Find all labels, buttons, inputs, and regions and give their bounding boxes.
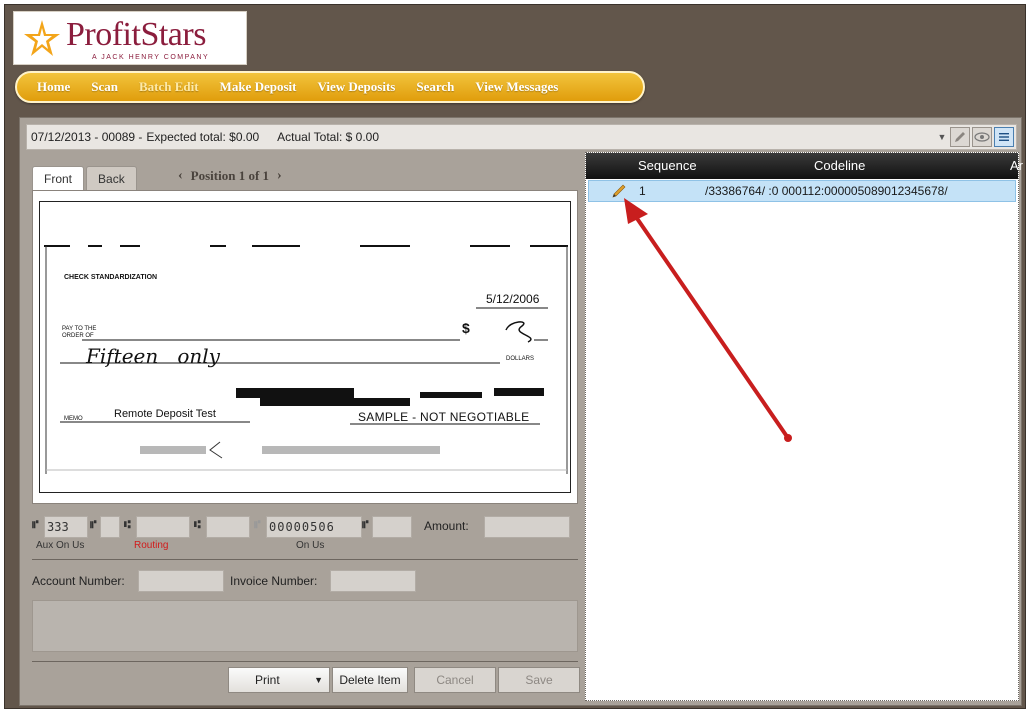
divider — [32, 661, 578, 662]
sequence-cell: 1 — [639, 184, 646, 198]
star-logo-icon — [24, 20, 60, 56]
written-amount: Fifteen only — [86, 344, 220, 368]
dropdown-arrow-icon[interactable]: ▼ — [936, 127, 948, 147]
grid-header: Sequence Codeline Ar — [586, 153, 1023, 179]
cancel-button[interactable]: Cancel — [414, 667, 496, 693]
nav-search[interactable]: Search — [416, 79, 454, 95]
action-buttons: Print ▼ Delete Item Cancel Save — [32, 667, 580, 693]
notes-area[interactable] — [32, 600, 578, 652]
position-indicator: Position 1 of 1 — [190, 168, 270, 183]
check-image-area: CHECK STANDARDIZATION 5/12/2006 PAY TO T… — [32, 190, 578, 504]
items-grid: Sequence Codeline Ar 1 /33386764/ :0 000… — [585, 152, 1023, 701]
payto-label-2: ORDER OF — [62, 333, 94, 339]
batch-info-bar[interactable]: 07/12/2013 - 00089 - Expected total: $0.0… — [26, 124, 1017, 150]
brand-tagline: A JACK HENRY COMPANY — [92, 54, 210, 61]
dollars-label: DOLLARS — [506, 356, 535, 362]
on-us-field[interactable]: 00000506 — [266, 516, 362, 538]
batch-id: 07/12/2013 - 00089 - — [31, 130, 143, 144]
app-window: ProfitStars A JACK HENRY COMPANY Home Sc… — [4, 4, 1026, 709]
amount-column-header[interactable]: Ar — [1010, 158, 1023, 173]
codeline-cell: /33386764/ :0 000112:000005089012345678/ — [705, 184, 948, 198]
chevron-down-icon[interactable]: ▼ — [314, 675, 323, 685]
image-side-tabs: Front Back — [32, 166, 139, 190]
nav-view-messages[interactable]: View Messages — [475, 79, 558, 95]
account-number-input[interactable] — [138, 570, 224, 592]
amount-symbol: $ — [462, 320, 470, 336]
serial-field[interactable] — [372, 516, 412, 538]
nav-home[interactable]: Home — [37, 79, 70, 95]
position-navigator: ‹ Position 1 of 1 › — [178, 168, 282, 184]
tab-back[interactable]: Back — [86, 166, 137, 190]
micr-onus-symbol-icon: ⑈ — [32, 519, 39, 531]
micr-onus-symbol-icon: ⑈ — [254, 519, 261, 531]
amount-field[interactable] — [484, 516, 570, 538]
on-us-label: On Us — [296, 540, 325, 551]
list-icon[interactable] — [994, 127, 1014, 147]
pencil-edit-icon[interactable] — [610, 183, 628, 199]
micr-transit-symbol-icon: ⑆ — [124, 519, 131, 531]
print-button[interactable]: Print ▼ — [228, 667, 330, 693]
actual-total: Actual Total: $ 0.00 — [277, 130, 380, 144]
eye-icon[interactable] — [972, 127, 992, 147]
profitstars-logo: ProfitStars A JACK HENRY COMPANY — [13, 11, 247, 65]
nav-make-deposit[interactable]: Make Deposit — [220, 79, 297, 95]
payto-label: PAY TO THE — [62, 326, 97, 332]
codeline-column-header[interactable]: Codeline — [814, 158, 865, 173]
routing-check-field[interactable] — [206, 516, 250, 538]
memo-text: Remote Deposit Test — [114, 408, 216, 420]
batch-edit-panel: 07/12/2013 - 00089 - Expected total: $0.0… — [19, 117, 1023, 706]
invoice-number-input[interactable] — [330, 570, 416, 592]
epc-field[interactable] — [100, 516, 120, 538]
routing-field[interactable] — [136, 516, 190, 538]
expected-total: Expected total: $0.00 — [146, 130, 260, 144]
main-nav: Home Scan Batch Edit Make Deposit View D… — [15, 71, 645, 103]
save-button[interactable]: Save — [498, 667, 580, 693]
aux-on-us-label: Aux On Us — [36, 540, 85, 551]
sample-watermark: SAMPLE - NOT NEGOTIABLE — [358, 410, 530, 424]
divider — [32, 559, 578, 560]
print-button-label: Print — [255, 673, 280, 687]
next-arrow-icon[interactable]: › — [277, 168, 282, 184]
delete-item-button[interactable]: Delete Item — [332, 667, 408, 693]
check-image: CHECK STANDARDIZATION 5/12/2006 PAY TO T… — [39, 201, 571, 493]
brand-name: ProfitStars — [66, 16, 206, 53]
table-row[interactable]: 1 /33386764/ :0 000112:00000508901234567… — [588, 180, 1016, 202]
previous-arrow-icon[interactable]: ‹ — [178, 168, 183, 184]
micr-onus-symbol-icon: ⑈ — [362, 519, 369, 531]
micr-fields: ⑈ 333 ⑈ ⑆ ⑆ ⑈ 00000506 ⑈ Amount: Aux On … — [32, 516, 578, 556]
amount-label: Amount: — [424, 519, 469, 533]
routing-label: Routing — [134, 540, 169, 551]
micr-transit-symbol-icon: ⑆ — [194, 519, 201, 531]
check-title: CHECK STANDARDIZATION — [64, 274, 158, 281]
memo-label: MEMO — [64, 416, 83, 422]
sequence-column-header[interactable]: Sequence — [638, 158, 697, 173]
micr-onus-symbol-icon: ⑈ — [90, 519, 97, 531]
pencil-icon[interactable] — [950, 127, 970, 147]
check-date: 5/12/2006 — [486, 292, 540, 306]
nav-view-deposits[interactable]: View Deposits — [317, 79, 395, 95]
nav-scan[interactable]: Scan — [91, 79, 118, 95]
invoice-number-label: Invoice Number: — [230, 574, 318, 588]
account-number-label: Account Number: — [32, 574, 125, 588]
account-fields-row: Account Number: Invoice Number: — [32, 570, 578, 594]
nav-batch-edit[interactable]: Batch Edit — [139, 79, 199, 95]
tab-front[interactable]: Front — [32, 166, 85, 190]
check-viewer-pane: Front Back ‹ Position 1 of 1 › CHECK STA… — [26, 158, 580, 701]
aux-on-us-field[interactable]: 333 — [44, 516, 88, 538]
